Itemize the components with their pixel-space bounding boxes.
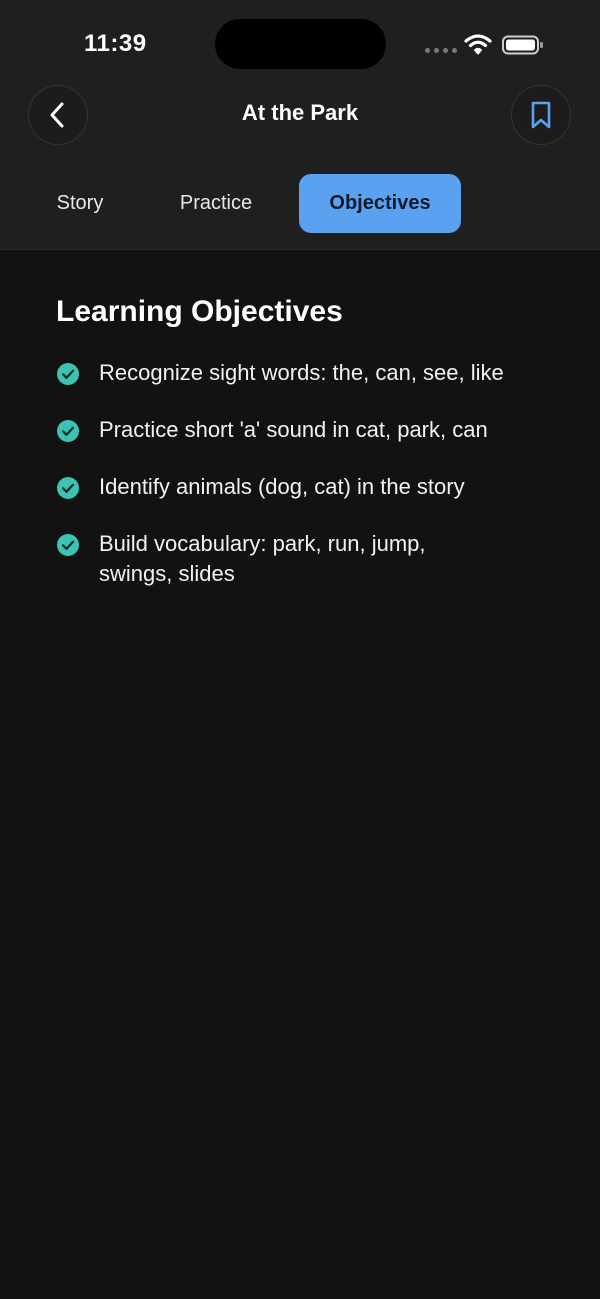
tab-objectives[interactable]: Objectives <box>299 174 461 233</box>
objective-text: Identify animals (dog, cat) in the story <box>99 474 465 499</box>
back-button[interactable] <box>28 85 88 145</box>
status-time: 11:39 <box>84 30 147 57</box>
bookmark-icon <box>531 101 551 129</box>
list-item: Identify animals (dog, cat) in the story <box>56 472 576 502</box>
objectives-list: Recognize sight words: the, can, see, li… <box>56 358 576 616</box>
list-item: Practice short 'a' sound in cat, park, c… <box>56 415 576 445</box>
top-bar: 11:39 At the Park Story Practice Objecti… <box>0 0 600 250</box>
cellular-signal-icon <box>425 48 457 53</box>
objective-text: Build vocabulary: park, run, jump, swing… <box>99 531 426 586</box>
list-item: Recognize sight words: the, can, see, li… <box>56 358 576 388</box>
wifi-icon <box>464 34 492 55</box>
bookmark-button[interactable] <box>511 85 571 145</box>
battery-icon <box>502 35 543 55</box>
check-circle-icon <box>57 534 79 556</box>
check-circle-icon <box>57 420 79 442</box>
objective-text: Recognize sight words: the, can, see, li… <box>99 360 504 385</box>
check-circle-icon <box>57 477 79 499</box>
section-title: Learning Objectives <box>56 295 343 328</box>
list-item: Build vocabulary: park, run, jump, swing… <box>56 529 576 589</box>
chevron-left-icon <box>50 102 64 128</box>
tab-story[interactable]: Story <box>42 174 118 233</box>
check-circle-icon <box>57 363 79 385</box>
tab-practice[interactable]: Practice <box>166 174 266 233</box>
page-title: At the Park <box>241 100 359 125</box>
objective-text: Practice short 'a' sound in cat, park, c… <box>99 417 488 442</box>
dynamic-island <box>215 19 386 69</box>
